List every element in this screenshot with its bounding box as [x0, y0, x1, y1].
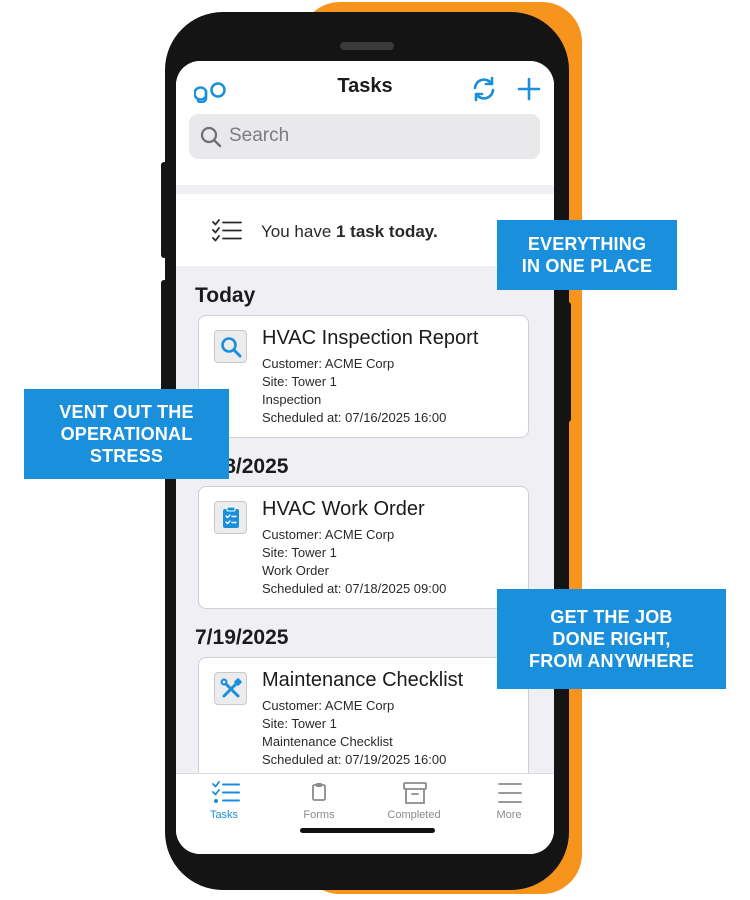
- phone-side-button: [161, 162, 167, 258]
- task-icon-box: [214, 330, 247, 363]
- checklist-icon: [212, 219, 242, 242]
- clipboard-icon: [223, 506, 239, 528]
- tab-tasks[interactable]: Tasks: [179, 774, 269, 834]
- callout-line: OPERATIONAL: [60, 424, 193, 444]
- tab-label: More: [496, 809, 522, 821]
- task-card[interactable]: HVAC Inspection Report Customer: ACME Co…: [198, 315, 529, 438]
- task-type: Work Order: [262, 563, 329, 578]
- summary-prefix: You have: [261, 222, 336, 241]
- tools-icon: [220, 678, 242, 698]
- task-customer: Customer: ACME Corp: [262, 356, 395, 371]
- callout-line: VENT OUT THE: [59, 402, 194, 422]
- phone-power-button: [565, 302, 571, 422]
- home-indicator: [300, 828, 435, 833]
- summary-count: 1 task today.: [336, 222, 438, 241]
- go-logo-icon: [194, 82, 226, 103]
- sync-icon[interactable]: [470, 75, 498, 103]
- callout-get-job-done: GET THE JOB DONE RIGHT, FROM ANYWHERE: [497, 589, 726, 689]
- tab-forms[interactable]: Forms: [274, 774, 364, 834]
- add-task-icon[interactable]: [517, 77, 541, 101]
- phone-speaker: [340, 42, 394, 50]
- menu-icon: [498, 783, 522, 803]
- task-scheduled: Scheduled at: 07/19/2025 16:00: [262, 752, 447, 767]
- date-header-today: Today: [195, 284, 256, 307]
- task-icon-box: [214, 672, 247, 705]
- tab-bar: Tasks Forms Completed More: [176, 773, 554, 854]
- task-scheduled: Scheduled at: 07/18/2025 09:00: [262, 581, 447, 596]
- tab-completed[interactable]: Completed: [369, 774, 459, 834]
- callout-line: GET THE JOB: [550, 607, 673, 627]
- callout-everything-in-one-place: EVERYTHING IN ONE PLACE: [497, 220, 677, 290]
- task-type: Inspection: [262, 392, 322, 407]
- tasks-icon: [212, 781, 240, 803]
- phone-side-button: [161, 334, 167, 394]
- date-header-0719: 7/19/2025: [195, 626, 289, 649]
- search-icon: [200, 126, 222, 148]
- task-site: Site: Tower 1: [262, 716, 337, 731]
- search-icon: [221, 337, 242, 358]
- tab-label: Forms: [303, 809, 335, 821]
- task-customer: Customer: ACME Corp: [262, 527, 395, 542]
- callout-line: FROM ANYWHERE: [529, 651, 694, 671]
- tab-more[interactable]: More: [464, 774, 554, 834]
- callout-line: IN ONE PLACE: [521, 256, 653, 276]
- callout-vent-out-stress: VENT OUT THE OPERATIONAL STRESS: [24, 389, 229, 479]
- task-title: HVAC Work Order: [262, 498, 425, 520]
- task-site: Site: Tower 1: [262, 374, 337, 389]
- search-input[interactable]: [229, 121, 529, 151]
- callout-line: EVERYTHING: [527, 234, 647, 254]
- summary-text: You have 1 task today.: [261, 222, 438, 242]
- phone-side-button: [161, 280, 167, 340]
- task-title: Maintenance Checklist: [262, 669, 464, 691]
- app-header: Tasks: [176, 61, 554, 185]
- task-scheduled: Scheduled at: 07/16/2025 16:00: [262, 410, 447, 425]
- task-card[interactable]: HVAC Work Order Customer: ACME Corp Site…: [198, 486, 529, 609]
- callout-line: DONE RIGHT,: [552, 629, 671, 649]
- callout-line: STRESS: [89, 446, 164, 466]
- task-type: Maintenance Checklist: [262, 734, 393, 749]
- task-site: Site: Tower 1: [262, 545, 337, 560]
- app-screen: Tasks Search You have 1 task today. Toda…: [176, 61, 554, 854]
- tab-label: Tasks: [209, 809, 239, 821]
- archive-icon: [403, 782, 427, 804]
- task-icon-box: [214, 501, 247, 534]
- task-customer: Customer: ACME Corp: [262, 698, 395, 713]
- search-bar: [189, 114, 540, 159]
- tab-label: Completed: [387, 809, 441, 821]
- task-title: HVAC Inspection Report: [262, 327, 479, 349]
- forms-icon: [312, 783, 326, 801]
